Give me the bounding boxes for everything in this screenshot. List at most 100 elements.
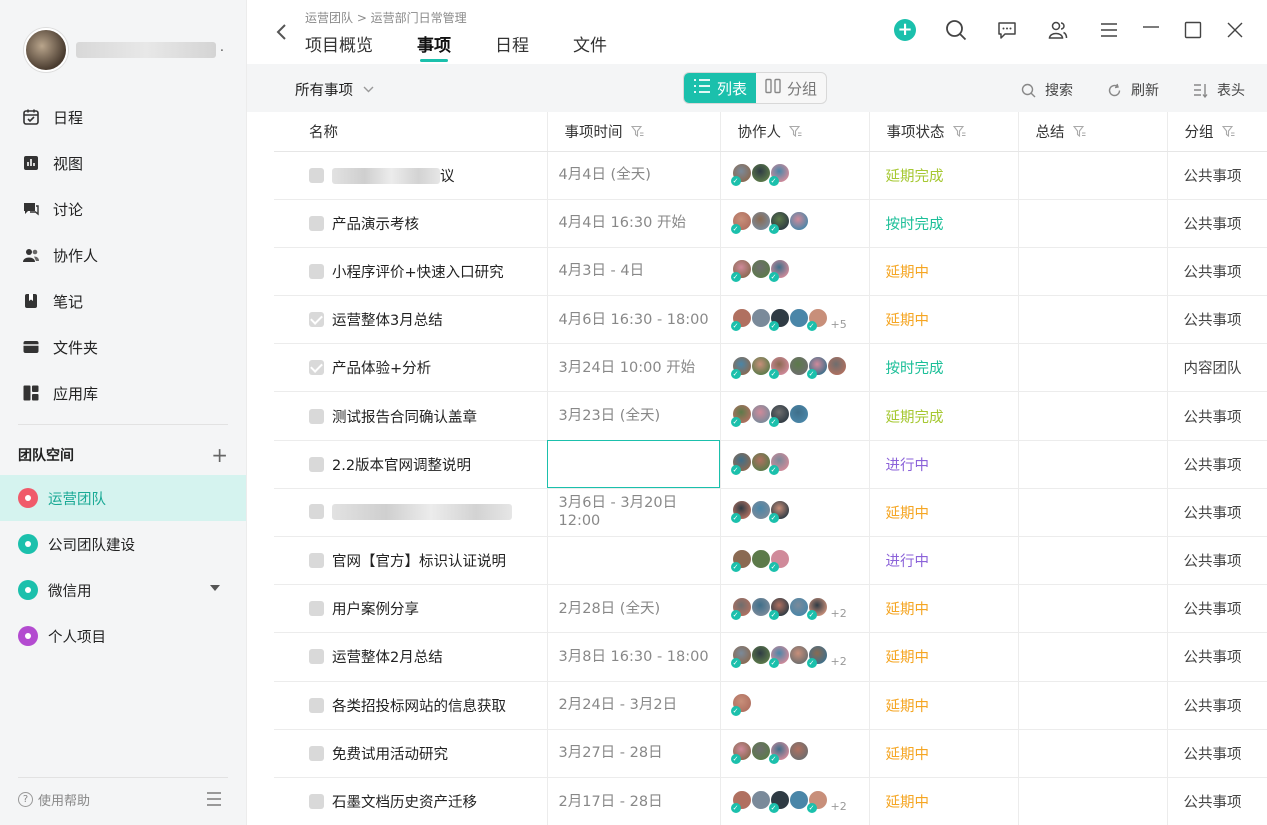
status-cell[interactable]: 按时完成 (869, 343, 1019, 393)
maximize-icon[interactable] (1181, 18, 1205, 42)
collaborators-cell[interactable] (720, 391, 870, 441)
filter-icon[interactable] (952, 125, 966, 142)
item-name-cell[interactable]: 官网【官方】标识认证说明 (274, 536, 548, 586)
tab-3[interactable]: 文件 (573, 31, 607, 64)
row-checkbox[interactable] (309, 649, 324, 665)
team-item-2[interactable]: 微信用 (0, 567, 246, 613)
collaborators-cell[interactable] (720, 151, 870, 200)
summary-cell[interactable] (1018, 440, 1168, 489)
members-icon[interactable] (1046, 18, 1070, 42)
filter-dropdown[interactable]: 所有事项 (295, 79, 374, 100)
group-cell[interactable]: 公共事项 (1167, 151, 1267, 200)
column-header-2[interactable]: 协作人 (720, 112, 870, 152)
item-time-cell[interactable]: 4月4日 (全天) (547, 151, 721, 200)
group-cell[interactable]: 公共事项 (1167, 295, 1267, 345)
item-name-cell[interactable]: 各类招投标网站的信息获取 (274, 681, 548, 730)
table-row[interactable]: 测试报告合同确认盖章 3月23日 (全天) 延期完成 公共事项 (274, 391, 1267, 441)
status-cell[interactable]: 进行中 (869, 440, 1019, 489)
row-checkbox[interactable] (309, 697, 324, 713)
row-checkbox[interactable] (309, 312, 324, 328)
collaborators-cell[interactable] (720, 681, 870, 730)
group-cell[interactable]: 公共事项 (1167, 488, 1267, 538)
filter-icon[interactable] (630, 125, 644, 142)
collaborators-cell[interactable] (720, 729, 870, 778)
status-cell[interactable]: 进行中 (869, 536, 1019, 586)
search-icon[interactable] (944, 18, 968, 42)
help-link[interactable]: ? 使用帮助 (18, 790, 90, 809)
status-cell[interactable]: 延期中 (869, 488, 1019, 538)
collaborators-cell[interactable] (720, 247, 870, 297)
item-time-cell[interactable]: 3月8日 16:30 - 18:00 (547, 632, 721, 682)
item-name-cell[interactable]: 议 (274, 151, 548, 200)
table-row[interactable]: 免费试用活动研究 3月27日 - 28日 延期中 公共事项 (274, 729, 1267, 778)
table-row[interactable]: 3月6日 - 3月20日 12:00 延期中 公共事项 (274, 488, 1267, 538)
status-cell[interactable]: 延期完成 (869, 151, 1019, 200)
summary-cell[interactable] (1018, 536, 1168, 586)
table-row[interactable]: 议 4月4日 (全天) 延期完成 公共事项 (274, 151, 1267, 200)
tab-1[interactable]: 事项 (417, 31, 451, 64)
nav-item-bookmark[interactable]: 笔记 (0, 278, 246, 324)
item-time-cell[interactable]: 2月24日 - 3月2日 (547, 681, 721, 730)
group-cell[interactable]: 公共事项 (1167, 391, 1267, 441)
row-checkbox[interactable] (309, 553, 324, 569)
item-name-cell[interactable]: 小程序评价+快速入口研究 (274, 247, 548, 297)
summary-cell[interactable] (1018, 584, 1168, 634)
summary-cell[interactable] (1018, 729, 1168, 778)
item-time-cell[interactable]: 3月24日 10:00 开始 (547, 343, 721, 393)
chat-icon[interactable] (995, 18, 1019, 42)
group-cell[interactable]: 公共事项 (1167, 729, 1267, 778)
row-checkbox[interactable] (309, 215, 324, 231)
summary-cell[interactable] (1018, 391, 1168, 441)
column-header-1[interactable]: 事项时间 (547, 112, 721, 152)
item-name-cell[interactable]: 石墨文档历史资产迁移 (274, 777, 548, 825)
breadcrumb[interactable]: 运营团队 > 运营部门日常管理 (305, 9, 467, 26)
minimize-icon[interactable] (1139, 18, 1163, 42)
table-row[interactable]: 用户案例分享 2月28日 (全天) +2 延期中 公共事项 (274, 584, 1267, 634)
table-row[interactable]: 官网【官方】标识认证说明 进行中 公共事项 (274, 536, 1267, 586)
group-cell[interactable]: 公共事项 (1167, 440, 1267, 489)
item-time-cell[interactable]: 3月6日 - 3月20日 12:00 (547, 488, 721, 538)
filter-icon[interactable] (788, 125, 802, 142)
status-cell[interactable]: 延期中 (869, 681, 1019, 730)
row-checkbox[interactable] (309, 601, 324, 617)
nav-item-discussion[interactable]: 讨论 (0, 186, 246, 232)
collaborators-cell[interactable] (720, 343, 870, 393)
summary-cell[interactable] (1018, 343, 1168, 393)
collaborators-cell[interactable]: +2 (720, 777, 870, 825)
table-row[interactable]: 小程序评价+快速入口研究 4月3日 - 4日 延期中 公共事项 (274, 247, 1267, 297)
item-name-cell[interactable]: 运营整体2月总结 (274, 632, 548, 682)
tab-0[interactable]: 项目概览 (305, 31, 373, 64)
summary-cell[interactable] (1018, 777, 1168, 825)
collaborators-cell[interactable] (720, 488, 870, 538)
close-icon[interactable] (1223, 18, 1247, 42)
table-row[interactable]: 运营整体2月总结 3月8日 16:30 - 18:00 +2 延期中 公共事项 (274, 632, 1267, 682)
search-button[interactable]: 搜索 (1021, 80, 1073, 100)
collaborators-cell[interactable]: +5 (720, 295, 870, 345)
item-name-cell[interactable]: 用户案例分享 (274, 584, 548, 634)
row-checkbox[interactable] (309, 456, 324, 472)
group-view-button[interactable]: 分组 (756, 73, 826, 103)
table-row[interactable]: 2.2版本官网调整说明 进行中 公共事项 (274, 440, 1267, 489)
summary-cell[interactable] (1018, 199, 1168, 248)
item-time-cell[interactable]: 3月23日 (全天) (547, 391, 721, 441)
refresh-button[interactable]: 刷新 (1107, 80, 1159, 100)
collaborators-cell[interactable] (720, 440, 870, 489)
team-item-1[interactable]: 公司团队建设 (0, 521, 246, 567)
menu-icon[interactable] (1097, 18, 1121, 42)
filter-icon[interactable] (1221, 125, 1235, 142)
status-cell[interactable]: 延期中 (869, 632, 1019, 682)
item-time-cell[interactable]: 4月3日 - 4日 (547, 247, 721, 297)
row-checkbox[interactable] (309, 360, 324, 376)
collaborators-cell[interactable]: +2 (720, 584, 870, 634)
table-row[interactable]: 产品演示考核 4月4日 16:30 开始 按时完成 公共事项 (274, 199, 1267, 248)
table-row[interactable]: 产品体验+分析 3月24日 10:00 开始 按时完成 内容团队 (274, 343, 1267, 393)
status-cell[interactable]: 延期中 (869, 729, 1019, 778)
add-item-button[interactable]: + (893, 18, 917, 42)
avatar[interactable] (24, 28, 68, 72)
group-cell[interactable]: 公共事项 (1167, 777, 1267, 825)
columns-button[interactable]: 表头 (1193, 80, 1245, 100)
summary-cell[interactable] (1018, 681, 1168, 730)
item-time-cell[interactable] (547, 536, 721, 586)
item-name-cell[interactable]: 运营整体3月总结 (274, 295, 548, 345)
table-row[interactable]: 石墨文档历史资产迁移 2月17日 - 28日 +2 延期中 公共事项 (274, 777, 1267, 825)
